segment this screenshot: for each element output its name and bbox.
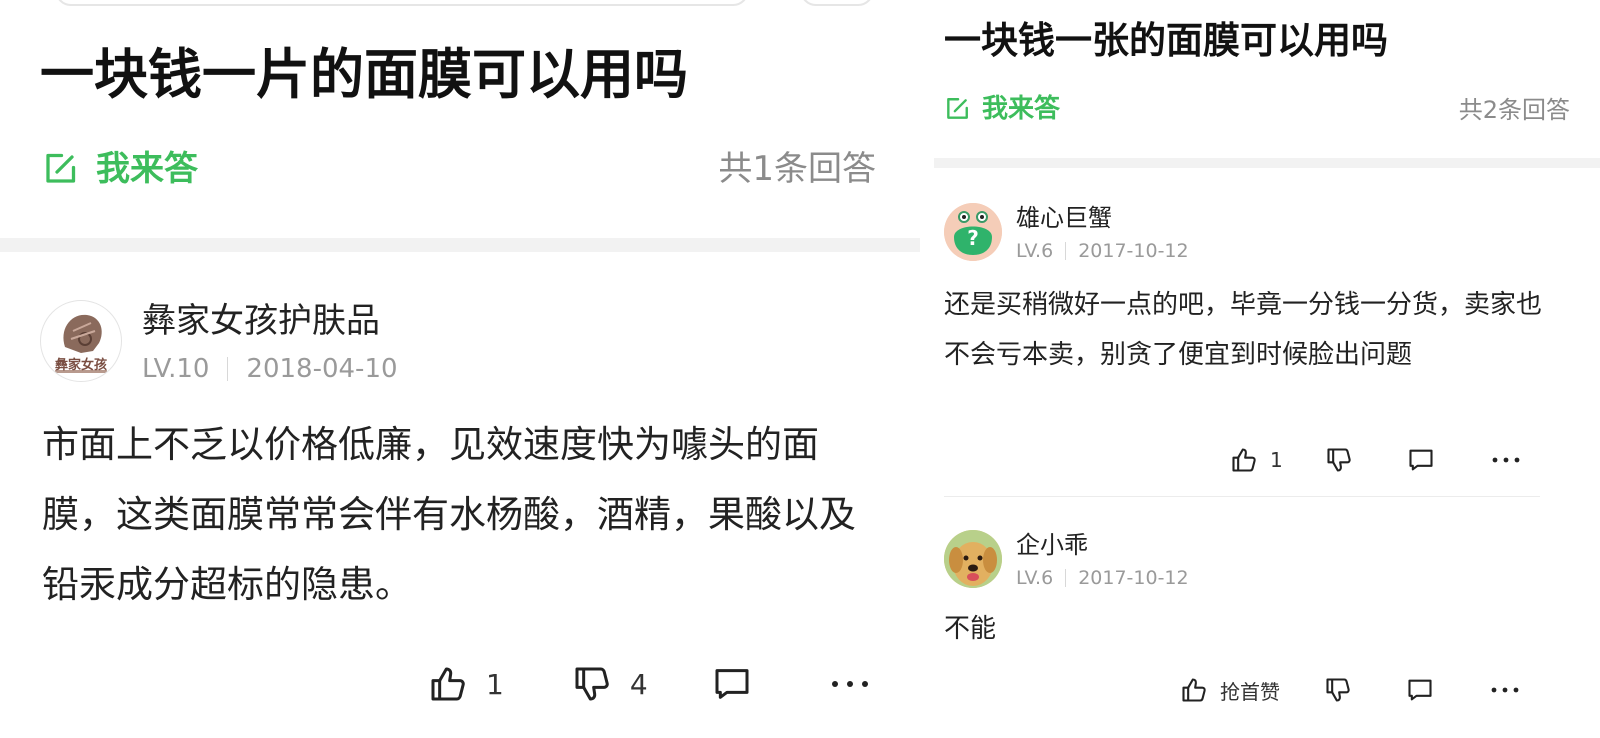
answer-content: 还是买稍微好一点的吧，毕竟一分钱一分货，卖家也不会亏本卖，别贪了便宜到时候脸出问… <box>944 290 1543 370</box>
more-button[interactable] <box>1491 456 1521 464</box>
like-button[interactable]: 抢首赞 <box>1180 676 1280 705</box>
like-button[interactable]: 1 <box>1230 446 1283 474</box>
write-answer-button[interactable]: 我来答 <box>944 92 1060 126</box>
top-button-fragment[interactable] <box>800 0 874 6</box>
author-level: LV.6 <box>1016 240 1054 262</box>
thumb-down-icon <box>1325 446 1353 474</box>
author-level: LV.10 <box>142 354 210 384</box>
answer-content: 不能 <box>944 614 997 644</box>
author-name[interactable]: 彝家女孩护肤品 <box>142 300 380 342</box>
panel-gutter <box>920 0 934 738</box>
thumb-down-icon <box>1324 676 1352 704</box>
write-answer-label: 我来答 <box>96 149 198 189</box>
answer-date: 2017-10-12 <box>1078 567 1189 589</box>
like-count: 1 <box>1270 448 1283 472</box>
comment-icon <box>712 664 752 704</box>
answer-meta: LV.10 2018-04-10 <box>142 352 398 386</box>
answer-date: 2018-04-10 <box>246 354 398 384</box>
answer-count: 共2条回答 <box>1458 96 1570 124</box>
left-question-panel: 一块钱一片的面膜可以用吗 我来答 共1条回答 彝家女孩 彝家女孩护肤品 LV.1… <box>0 0 920 738</box>
section-divider <box>0 238 920 252</box>
thumb-up-icon <box>1180 676 1208 704</box>
meta-separator <box>1065 569 1067 587</box>
thumb-down-icon <box>572 664 612 704</box>
first-like-label: 抢首赞 <box>1220 679 1280 704</box>
dislike-button[interactable] <box>1324 676 1352 704</box>
author-avatar[interactable]: ? <box>944 203 1002 261</box>
author-avatar[interactable]: 彝家女孩 <box>40 300 122 382</box>
comment-button[interactable] <box>712 664 752 704</box>
more-button[interactable] <box>1490 686 1520 694</box>
comment-button[interactable] <box>1407 446 1435 474</box>
dislike-button[interactable] <box>1325 446 1353 474</box>
dislike-button[interactable]: 4 <box>572 664 648 704</box>
write-answer-button[interactable]: 我来答 <box>42 148 198 190</box>
answer-separator <box>944 496 1540 497</box>
question-avatar-icon: ? <box>944 203 1002 261</box>
more-icon <box>1490 686 1520 694</box>
comment-icon <box>1406 676 1434 704</box>
search-bar-fragment[interactable] <box>55 0 749 6</box>
avatar-logo-text: 彝家女孩 <box>54 358 107 373</box>
more-button[interactable] <box>830 678 870 690</box>
meta-separator <box>227 357 229 381</box>
author-level: LV.6 <box>1016 567 1054 589</box>
section-divider <box>934 158 1600 168</box>
comment-icon <box>1407 446 1435 474</box>
comment-button[interactable] <box>1406 676 1434 704</box>
answer-content: 市面上不乏以价格低廉，见效速度快为噱头的面膜，这类面膜常常会伴有水杨酸，酒精，果… <box>42 423 856 606</box>
like-count: 1 <box>486 667 504 701</box>
svg-text:?: ? <box>967 226 979 250</box>
like-button[interactable]: 1 <box>428 664 504 704</box>
answer-actions: 1 <box>1230 442 1521 478</box>
dog-avatar-icon <box>944 530 1002 588</box>
answer-meta: LV.6 2017-10-12 <box>1016 565 1189 591</box>
answer-actions: 1 4 <box>428 660 870 708</box>
write-answer-label: 我来答 <box>982 94 1061 124</box>
right-question-panel: 一块钱一张的面膜可以用吗 我来答 共2条回答 ? 雄心巨蟹 LV.6 2017-… <box>934 0 1600 738</box>
author-avatar[interactable] <box>944 530 1002 588</box>
author-name[interactable]: 雄心巨蟹 <box>1016 203 1112 233</box>
answer-meta: LV.6 2017-10-12 <box>1016 238 1189 264</box>
more-icon <box>830 678 870 690</box>
author-name[interactable]: 企小乖 <box>1016 530 1088 560</box>
answer-count: 共1条回答 <box>718 149 876 189</box>
more-icon <box>1491 456 1521 464</box>
answer-date: 2017-10-12 <box>1078 240 1189 262</box>
dislike-count: 4 <box>629 667 648 701</box>
edit-icon <box>944 96 970 122</box>
thumb-up-icon <box>428 664 468 704</box>
meta-separator <box>1065 242 1067 260</box>
question-title: 一块钱一片的面膜可以用吗 <box>40 43 688 106</box>
question-title: 一块钱一张的面膜可以用吗 <box>944 19 1388 62</box>
answer-actions: 抢首赞 <box>1180 672 1520 708</box>
thumb-up-icon <box>1230 446 1258 474</box>
edit-icon <box>42 151 78 187</box>
